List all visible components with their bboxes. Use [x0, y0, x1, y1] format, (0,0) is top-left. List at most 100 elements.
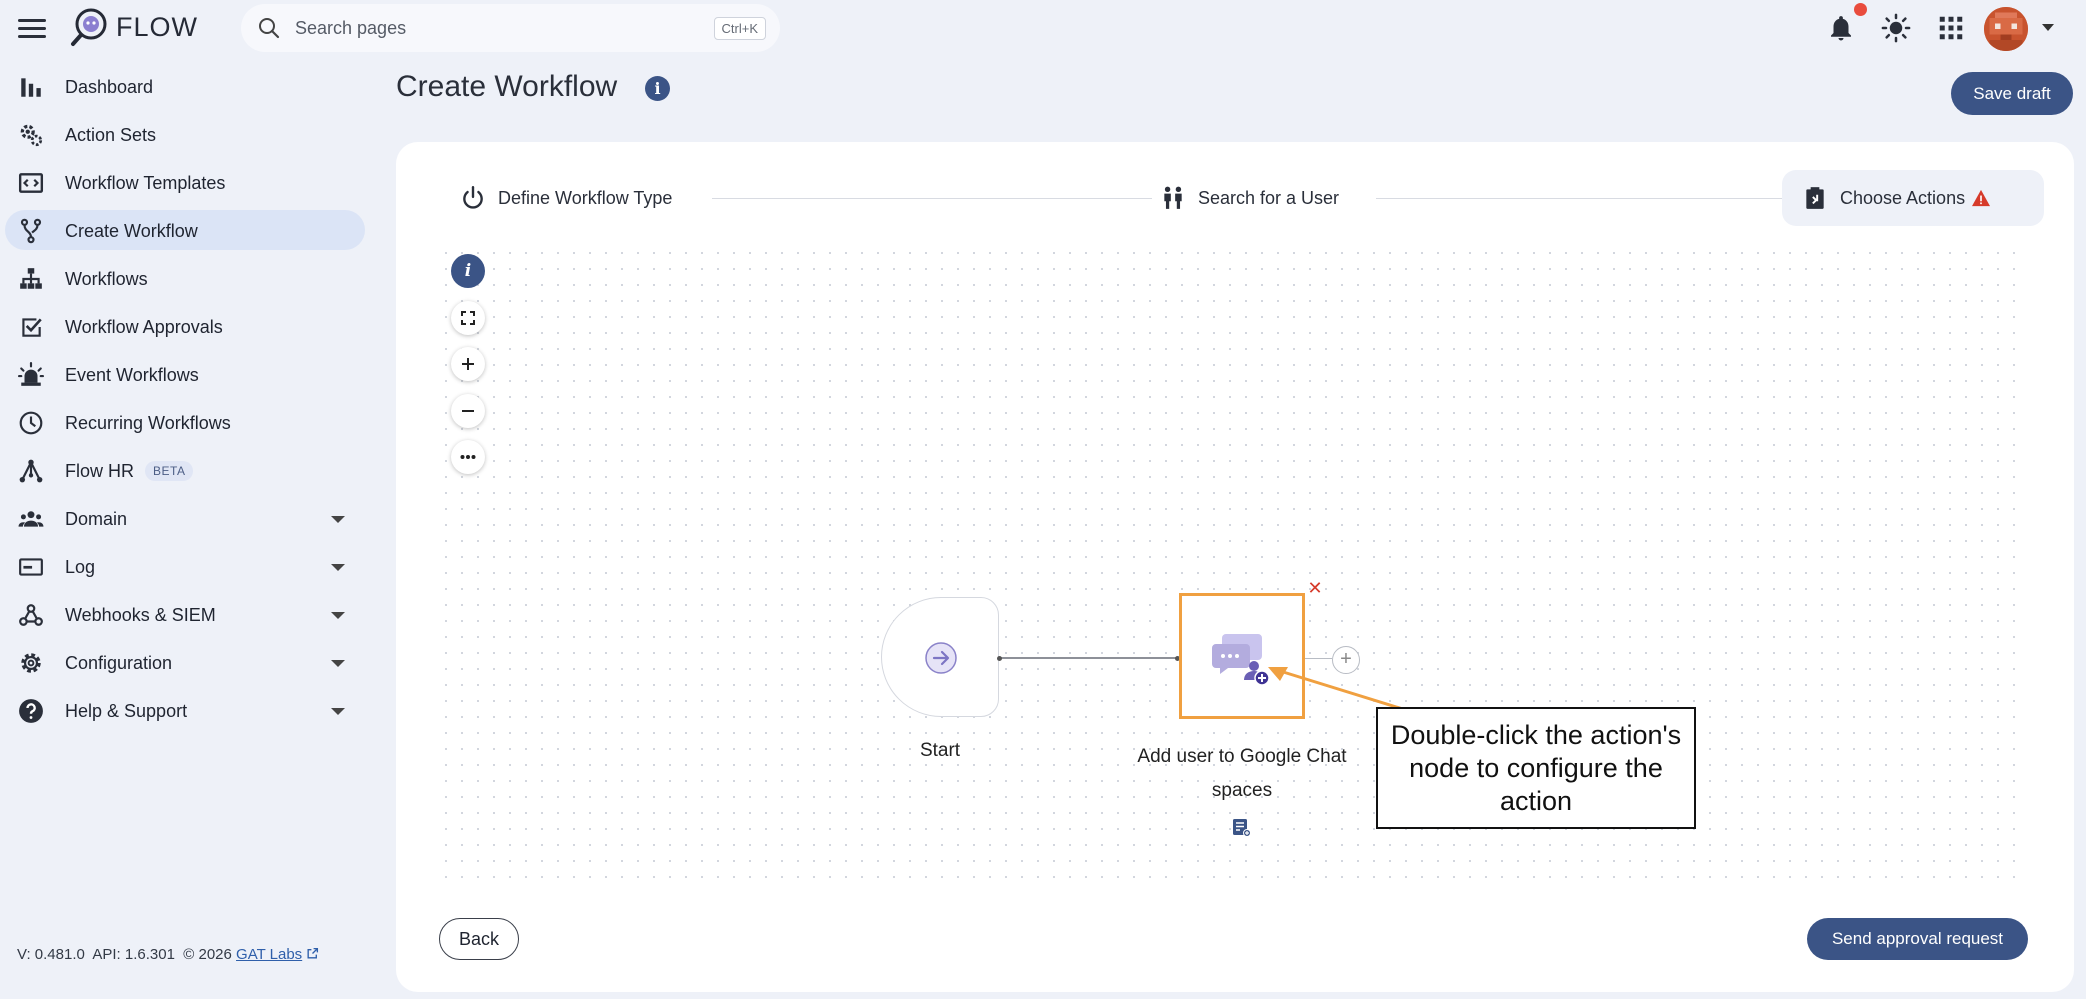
beta-badge: BETA [145, 461, 194, 481]
chevron-down-icon[interactable] [331, 612, 345, 619]
search-icon [259, 18, 280, 39]
close-icon[interactable]: ✕ [1306, 579, 1324, 597]
sidebar-item-log[interactable]: Log [5, 546, 365, 586]
sidebar-item-label: Help & Support [65, 701, 188, 721]
branch-icon [20, 218, 42, 244]
sidebar-item-label: Domain [65, 509, 128, 529]
search-shortcut: Ctrl+K [713, 17, 766, 40]
chevron-down-icon[interactable] [331, 564, 345, 571]
sidebar-item-domain[interactable]: Domain [5, 498, 365, 538]
fit-view-icon[interactable] [451, 301, 485, 335]
power-icon [463, 185, 483, 209]
sidebar-item-dashboard[interactable]: Dashboard [5, 66, 365, 106]
chevron-down-icon[interactable] [331, 516, 345, 523]
app-footer: V: 0.481.0 API: 1.6.301 © 2026 GAT Labs [17, 946, 319, 963]
brightness-icon[interactable] [1881, 13, 1911, 43]
callout-tooltip: Double-click the action's node to config… [1376, 707, 1696, 829]
chevron-down-icon[interactable] [331, 708, 345, 715]
zoom-in-icon[interactable] [451, 347, 485, 381]
chevron-down-icon[interactable] [331, 660, 345, 667]
alarm-icon [18, 362, 44, 386]
sidebar-item-workflows[interactable]: Workflows [5, 258, 365, 298]
arrow-right-circle-icon [925, 642, 957, 674]
menu-icon[interactable] [18, 16, 46, 40]
copyright-text: © 2026 [183, 946, 232, 963]
step-define-workflow-type[interactable]: Define Workflow Type [460, 170, 672, 226]
more-options-icon[interactable] [451, 440, 485, 474]
sidebar-item-workflow-templates[interactable]: Workflow Templates [5, 162, 365, 202]
sidebar-item-flow-hr[interactable]: Flow HR BETA [5, 450, 365, 490]
send-approval-request-button[interactable]: Send approval request [1807, 918, 2028, 960]
sidebar-item-create-workflow[interactable]: Create Workflow [5, 210, 365, 250]
search-bar[interactable]: Search pages Ctrl+K [241, 4, 780, 52]
sidebar-item-label: Workflow Templates [65, 173, 226, 193]
account-menu-caret-icon[interactable] [2042, 24, 2054, 31]
workflow-canvas[interactable]: i Start ✕ + Add user to Google Chat spac… [438, 245, 2028, 885]
company-link[interactable]: GAT Labs [236, 946, 302, 963]
sidebar-item-configuration[interactable]: Configuration [5, 642, 365, 682]
workflow-edge [1305, 658, 1332, 659]
warning-icon [1972, 189, 1991, 207]
sidebar-item-label: Action Sets [65, 125, 157, 145]
approval-check-icon [22, 318, 42, 337]
workflow-card: Define Workflow Type Search for a User C… [396, 142, 2074, 992]
step-label: Define Workflow Type [498, 187, 673, 208]
flow-logo-icon [71, 8, 107, 46]
start-node[interactable] [881, 597, 999, 717]
avatar-image [1984, 7, 2028, 51]
bar-chart-icon [21, 78, 41, 97]
app-name: FLOW [116, 11, 198, 42]
avatar[interactable] [1984, 7, 2028, 51]
actions-icon [1806, 187, 1824, 209]
sidebar-item-webhooks-siem[interactable]: Webhooks & SIEM [5, 594, 365, 634]
edge-handle [997, 656, 1002, 661]
back-button[interactable]: Back [439, 918, 519, 960]
apps-grid-icon[interactable] [1936, 13, 1966, 43]
log-icon [19, 558, 43, 576]
help-icon [19, 699, 43, 723]
step-connector [1376, 198, 1826, 199]
sidebar-item-label: Event Workflows [65, 365, 199, 385]
sidebar-item-label: Create Workflow [65, 221, 198, 241]
hierarchy-icon [20, 268, 42, 289]
sidebar-item-label: Workflow Approvals [65, 317, 223, 337]
sidebar-item-help-support[interactable]: Help & Support [5, 690, 365, 730]
sidebar-item-label: Dashboard [65, 77, 154, 97]
sidebar: Dashboard Action Sets Workflow Templates… [0, 66, 370, 738]
sidebar-item-workflow-approvals[interactable]: Workflow Approvals [5, 306, 365, 346]
step-connector [712, 198, 1152, 199]
external-link-icon[interactable] [306, 947, 319, 960]
notification-badge [1854, 3, 1867, 16]
template-icon [18, 173, 44, 193]
bell-icon[interactable] [1826, 13, 1856, 43]
sidebar-item-label: Log [65, 557, 96, 577]
webhook-icon [19, 604, 43, 626]
sidebar-item-label: Flow HR [65, 461, 135, 481]
search-input[interactable]: Search pages [295, 18, 406, 39]
page-title: Create Workflow [396, 70, 618, 103]
workflow-edge [999, 657, 1177, 659]
app-logo[interactable]: FLOW [70, 7, 198, 47]
info-icon[interactable]: i [645, 76, 670, 101]
notes-icon[interactable] [1231, 817, 1251, 837]
sidebar-item-recurring-workflows[interactable]: Recurring Workflows [5, 402, 365, 442]
save-draft-button[interactable]: Save draft [1951, 72, 2073, 115]
clock-icon [19, 411, 43, 435]
sidebar-item-label: Recurring Workflows [65, 413, 231, 433]
stepper: Define Workflow Type Search for a User C… [396, 170, 2074, 230]
step-label: Search for a User [1198, 187, 1340, 208]
top-bar: FLOW Search pages Ctrl+K [0, 0, 2086, 56]
users-icon [1164, 186, 1182, 209]
zoom-out-icon[interactable] [451, 394, 485, 428]
step-choose-actions[interactable]: Choose Actions [1782, 170, 2044, 226]
flow-hr-icon [19, 459, 43, 483]
sidebar-item-label: Workflows [65, 269, 148, 289]
sidebar-item-label: Configuration [65, 653, 173, 673]
gear-icon [21, 653, 41, 673]
sidebar-item-event-workflows[interactable]: Event Workflows [5, 354, 365, 394]
step-search-for-user[interactable]: Search for a User [1160, 170, 1339, 226]
sidebar-item-label: Webhooks & SIEM [65, 605, 216, 625]
info-control-icon[interactable]: i [451, 254, 485, 288]
gear-sets-icon [20, 124, 43, 147]
sidebar-item-action-sets[interactable]: Action Sets [5, 114, 365, 154]
